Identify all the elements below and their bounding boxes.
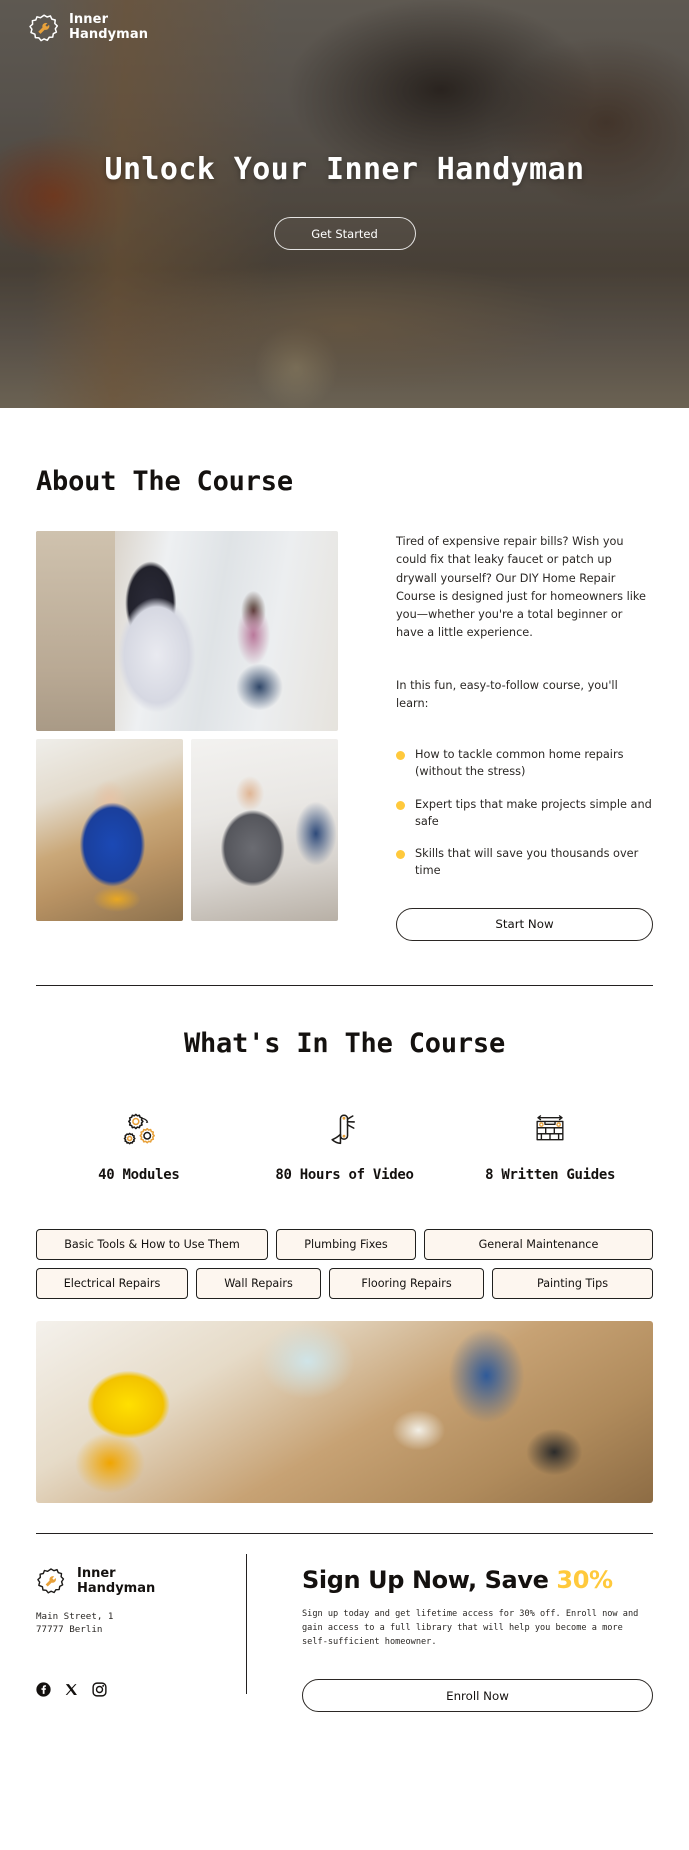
tag-wall-repairs[interactable]: Wall Repairs <box>196 1267 321 1299</box>
address-line-1: Main Street, 1 <box>36 1610 114 1622</box>
about-image-3 <box>191 739 338 921</box>
gears-icon <box>36 1109 242 1153</box>
signup-description: Sign up today and get lifetime access fo… <box>302 1608 639 1647</box>
footer-logo-text: Inner Handyman <box>77 1567 155 1596</box>
about-paragraph-1: Tired of expensive repair bills? Wish yo… <box>396 535 646 640</box>
tag-basic-tools[interactable]: Basic Tools & How to Use Them <box>36 1228 268 1260</box>
footer: Inner Handyman Main Street, 1 77777 Berl… <box>0 1532 689 1713</box>
signup-title: Sign Up Now, Save 30% <box>302 1566 653 1594</box>
course-features: 40 Modules 80 Hours of Video 8 Written G… <box>36 1109 653 1183</box>
about-image-1 <box>36 531 338 731</box>
about-images <box>36 531 338 941</box>
course-section: What's In The Course 40 Modules 80 Hours… <box>0 986 689 1503</box>
signup-title-accent: 30% <box>556 1565 613 1594</box>
list-item: Expert tips that make projects simple an… <box>396 797 653 830</box>
about-image-2 <box>36 739 183 921</box>
feature-video: 80 Hours of Video <box>242 1109 448 1183</box>
footer-address: Main Street, 1 77777 Berlin <box>36 1610 246 1637</box>
logo-line-1: Inner <box>69 12 109 28</box>
tag-flooring-repairs[interactable]: Flooring Repairs <box>329 1267 484 1299</box>
logo-text: Inner Handyman <box>69 13 148 42</box>
feature-modules: 40 Modules <box>36 1109 242 1183</box>
bullet-text: Skills that will save you thousands over… <box>415 847 639 877</box>
hero-section: Inner Handyman Unlock Your Inner Handyma… <box>0 0 689 408</box>
course-banner-image <box>36 1320 653 1503</box>
footer-vertical-divider <box>246 1553 247 1695</box>
gear-wrench-icon <box>28 12 60 44</box>
address-line-2: 77777 Berlin <box>36 1624 103 1636</box>
about-image-row <box>36 739 338 921</box>
hero-overlay <box>0 0 689 408</box>
bullet-dot-icon <box>396 751 405 761</box>
facebook-icon[interactable] <box>36 1682 51 1697</box>
multitool-icon <box>242 1109 448 1153</box>
site-logo[interactable]: Inner Handyman <box>28 12 148 44</box>
hero-title: Unlock Your Inner Handyman <box>104 152 585 187</box>
tag-painting-tips[interactable]: Painting Tips <box>492 1267 653 1299</box>
course-heading: What's In The Course <box>183 1027 506 1059</box>
list-item: How to tackle common home repairs (witho… <box>396 747 653 780</box>
brick-wall-icon <box>447 1109 653 1153</box>
logo-line-2: Handyman <box>69 27 149 42</box>
tag-row: Basic Tools & How to Use Them Plumbing F… <box>36 1228 653 1260</box>
footer-signup-column: Sign Up Now, Save 30% Sign up today and … <box>280 1566 653 1713</box>
bullet-text: Expert tips that make projects simple an… <box>415 797 652 828</box>
tag-general-maintenance[interactable]: General Maintenance <box>424 1228 653 1260</box>
footer-logo-line-1: Inner <box>77 1566 116 1582</box>
tag-plumbing-fixes[interactable]: Plumbing Fixes <box>276 1228 416 1260</box>
bullet-dot-icon <box>396 850 405 860</box>
footer-logo[interactable]: Inner Handyman <box>36 1566 246 1598</box>
feature-label: 80 Hours of Video <box>275 1166 414 1183</box>
get-started-button[interactable]: Get Started <box>273 217 416 250</box>
about-paragraph-2: In this fun, easy-to-follow course, you'… <box>396 678 618 711</box>
gear-wrench-icon <box>36 1566 68 1598</box>
footer-brand-column: Inner Handyman Main Street, 1 77777 Berl… <box>36 1566 246 1713</box>
landing-page: Inner Handyman Unlock Your Inner Handyma… <box>0 0 689 1850</box>
tag-electrical-repairs[interactable]: Electrical Repairs <box>36 1267 188 1299</box>
social-links <box>36 1682 246 1697</box>
instagram-icon[interactable] <box>92 1682 107 1697</box>
start-now-button[interactable]: Start Now <box>396 907 653 941</box>
about-copy: Tired of expensive repair bills? Wish yo… <box>396 531 653 941</box>
bullet-dot-icon <box>396 800 405 810</box>
feature-label: 40 Modules <box>98 1166 180 1183</box>
bullet-text: How to tackle common home repairs (witho… <box>415 748 624 779</box>
footer-grid: Inner Handyman Main Street, 1 77777 Berl… <box>36 1534 653 1713</box>
about-bullet-list: How to tackle common home repairs (witho… <box>396 747 653 879</box>
footer-logo-line-2: Handyman <box>77 1580 156 1596</box>
feature-label: 8 Written Guides <box>485 1166 616 1183</box>
signup-title-main: Sign Up Now, Save <box>302 1565 557 1594</box>
feature-guides: 8 Written Guides <box>447 1109 653 1183</box>
course-topic-tags: Basic Tools & How to Use Them Plumbing F… <box>36 1228 653 1299</box>
about-section: About The Course Tired of expensive repa… <box>0 408 689 941</box>
enroll-now-button[interactable]: Enroll Now <box>302 1679 653 1713</box>
about-heading: About The Course <box>36 466 293 497</box>
x-icon[interactable] <box>64 1682 79 1697</box>
tag-row: Electrical Repairs Wall Repairs Flooring… <box>36 1267 653 1299</box>
list-item: Skills that will save you thousands over… <box>396 846 653 879</box>
about-grid: Tired of expensive repair bills? Wish yo… <box>36 531 653 941</box>
